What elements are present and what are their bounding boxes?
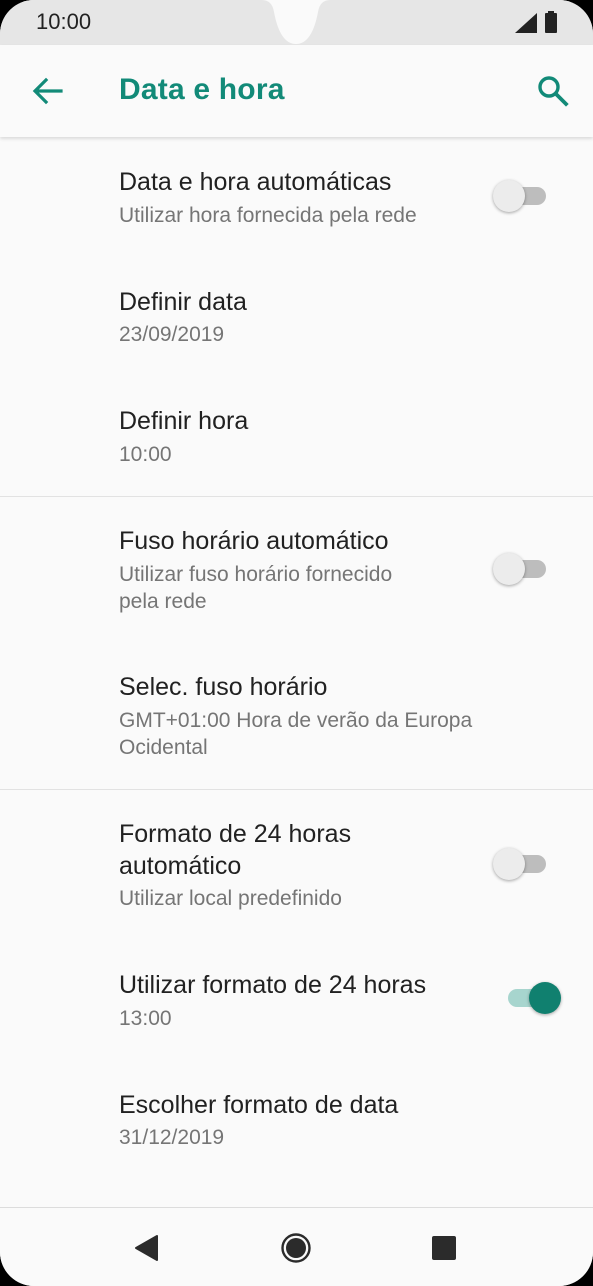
- setting-title-line: automático: [119, 852, 242, 880]
- back-button[interactable]: [24, 67, 72, 115]
- setting-summary: 31/12/2019: [119, 1126, 225, 1149]
- status-time: 10:00: [36, 9, 92, 34]
- use-24h-switch[interactable]: [503, 980, 561, 1016]
- setting-summary-line: Ocidental: [119, 736, 208, 759]
- square-recents-icon: [432, 1236, 456, 1260]
- app-bar: Data e hora: [0, 45, 593, 137]
- signal-icon: [515, 13, 537, 33]
- switch-thumb: [493, 553, 525, 585]
- section-divider: [0, 789, 593, 790]
- nav-back-button[interactable]: [126, 1228, 166, 1268]
- setting-title: Selec. fuso horário: [119, 673, 328, 701]
- section-divider: [0, 496, 593, 497]
- setting-summary: Utilizar hora fornecida pela rede: [119, 204, 417, 227]
- setting-auto-timezone[interactable]: Fuso horário automático Utilizar fuso ho…: [0, 521, 593, 621]
- battery-icon: [545, 11, 557, 33]
- setting-title-line: Formato de 24 horas: [119, 820, 352, 848]
- nav-home-button[interactable]: [276, 1228, 316, 1268]
- screen: 10:00 Data e hora Data e hora automática…: [0, 0, 593, 1286]
- nav-recents-button[interactable]: [424, 1228, 464, 1268]
- auto-datetime-switch[interactable]: [493, 178, 551, 214]
- page-title: Data e hora: [119, 73, 285, 106]
- status-bar: 10:00: [0, 0, 593, 45]
- setting-summary: 10:00: [119, 443, 172, 466]
- setting-title: Definir hora: [119, 407, 249, 435]
- setting-use-24h[interactable]: Utilizar formato de 24 horas 13:00: [0, 966, 593, 1046]
- search-button[interactable]: [529, 67, 577, 115]
- setting-summary: Utilizar local predefinido: [119, 887, 342, 910]
- setting-auto-datetime[interactable]: Data e hora automáticas Utilizar hora fo…: [0, 162, 593, 248]
- switch-thumb: [493, 848, 525, 880]
- setting-set-time[interactable]: Definir hora 10:00: [0, 402, 593, 482]
- auto-24h-switch[interactable]: [493, 846, 551, 882]
- setting-title: Escolher formato de data: [119, 1091, 399, 1119]
- setting-summary-line: GMT+01:00 Hora de verão da Europa: [119, 709, 473, 732]
- setting-summary: 23/09/2019: [119, 323, 225, 346]
- camera-notch: [262, 0, 330, 44]
- switch-thumb: [493, 180, 525, 212]
- triangle-back-icon: [135, 1235, 158, 1261]
- setting-title: Data e hora automáticas: [119, 168, 392, 196]
- search-icon: [538, 76, 569, 107]
- setting-summary-line: pela rede: [119, 590, 207, 613]
- setting-select-timezone[interactable]: Selec. fuso horário GMT+01:00 Hora de ve…: [0, 668, 593, 768]
- setting-title: Fuso horário automático: [119, 527, 389, 555]
- auto-timezone-switch[interactable]: [493, 551, 551, 587]
- setting-set-date[interactable]: Definir data 23/09/2019: [0, 282, 593, 362]
- navigation-bar: [0, 1207, 593, 1286]
- arrow-left-icon: [32, 77, 63, 105]
- switch-thumb: [529, 982, 561, 1014]
- status-icons: [515, 11, 557, 33]
- circle-home-icon: [281, 1233, 311, 1263]
- setting-auto-24h[interactable]: Formato de 24 horas automático Utilizar …: [0, 814, 593, 914]
- setting-summary-line: Utilizar fuso horário fornecido: [119, 563, 393, 586]
- setting-title: Definir data: [119, 288, 247, 316]
- setting-title: Utilizar formato de 24 horas: [119, 971, 427, 999]
- setting-date-format[interactable]: Escolher formato de data 31/12/2019: [0, 1085, 593, 1165]
- setting-summary: 13:00: [119, 1007, 172, 1030]
